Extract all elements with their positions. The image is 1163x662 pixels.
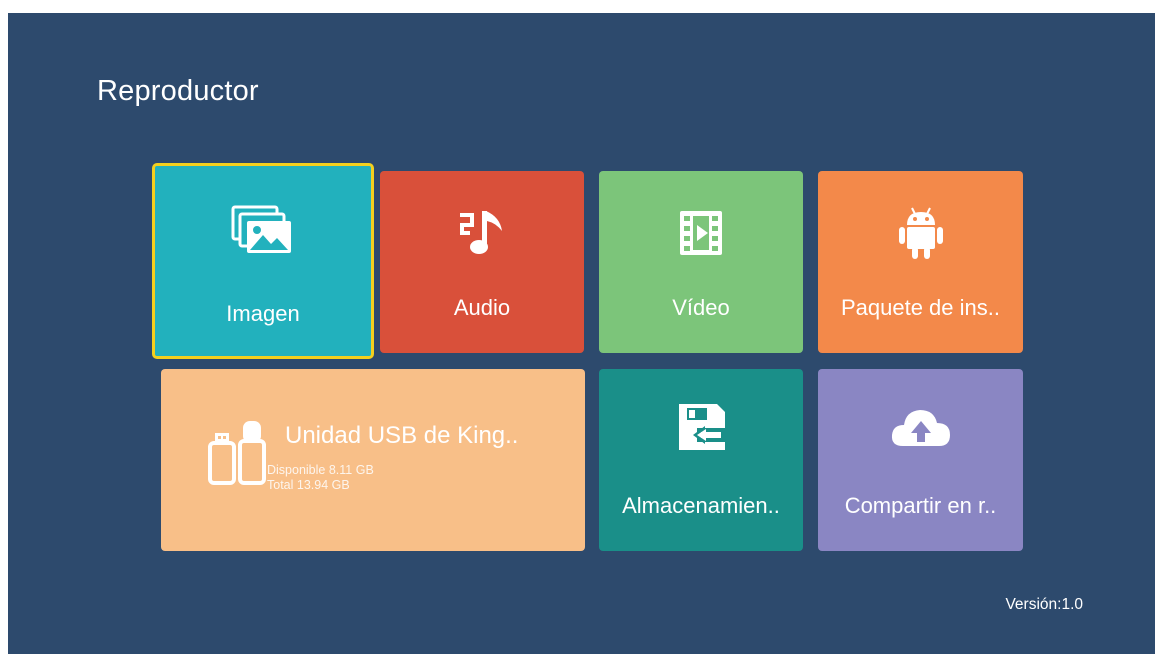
usb-drive-icon	[207, 419, 267, 485]
music-note-icon	[450, 201, 514, 265]
usb-total: Total 13.94 GB	[267, 478, 350, 492]
tile-usb-drive[interactable]: Unidad USB de King.. Disponible 8.11 GB …	[161, 369, 585, 551]
tile-video-label: Vídeo	[672, 295, 730, 320]
image-gallery-icon	[231, 199, 295, 263]
page-title: Reproductor	[97, 75, 259, 107]
tile-compartir-label: Compartir en r..	[844, 493, 997, 518]
tile-imagen[interactable]: Imagen	[152, 163, 374, 359]
usb-storage-info: Disponible 8.11 GB Total 13.94 GB	[267, 463, 374, 493]
storage-transfer-icon	[669, 395, 733, 459]
version-label: Versión:1.0	[1005, 596, 1083, 613]
tile-audio-label: Audio	[453, 295, 511, 320]
tile-audio[interactable]: Audio	[380, 171, 584, 353]
usb-available: Disponible 8.11 GB	[267, 463, 374, 477]
tile-paquete[interactable]: Paquete de ins..	[818, 171, 1023, 353]
film-icon	[669, 201, 733, 265]
tile-paquete-label: Paquete de ins..	[840, 295, 1000, 320]
usb-drive-name: Unidad USB de King..	[285, 422, 519, 449]
cloud-upload-icon	[889, 395, 953, 459]
tile-almacenamiento-label: Almacenamien..	[622, 493, 780, 518]
android-icon	[889, 201, 953, 265]
tile-almacenamiento[interactable]: Almacenamien..	[599, 369, 803, 551]
tile-imagen-label: Imagen	[226, 301, 300, 326]
tile-compartir[interactable]: Compartir en r..	[818, 369, 1023, 551]
player-home-screen: Reproductor Imagen Audio Vídeo Paquete d…	[8, 13, 1155, 654]
tile-video[interactable]: Vídeo	[599, 171, 803, 353]
